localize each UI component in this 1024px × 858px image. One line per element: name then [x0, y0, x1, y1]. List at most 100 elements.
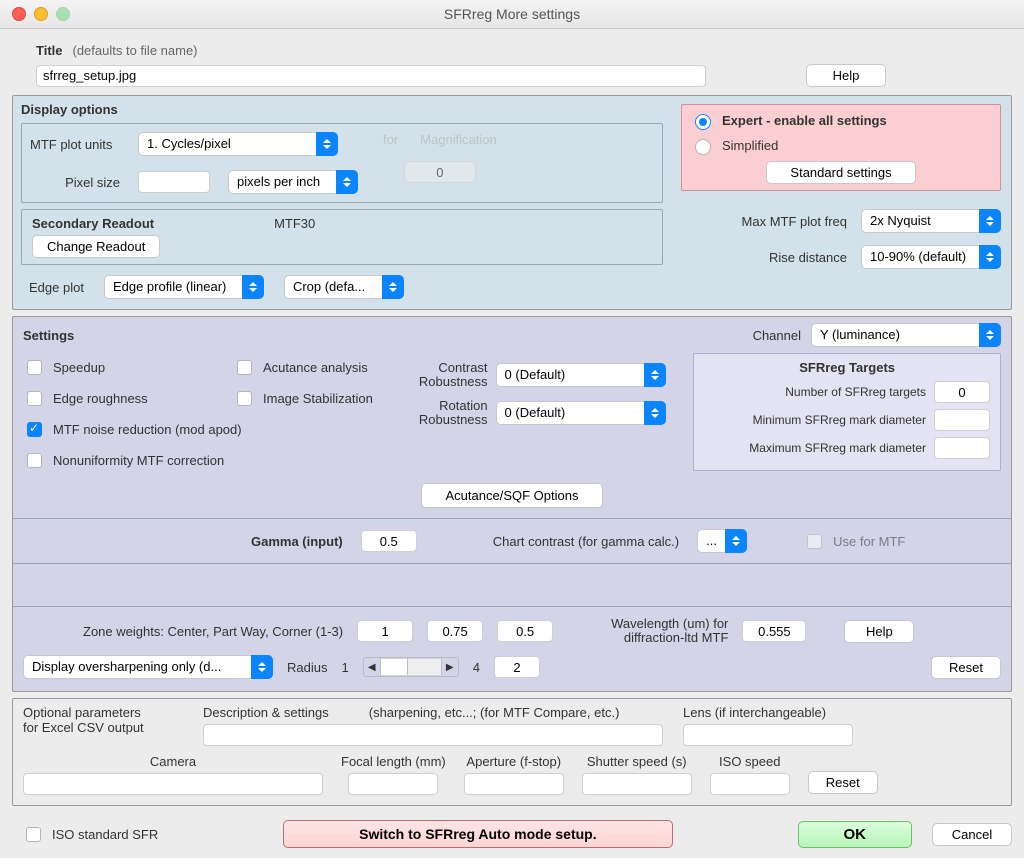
edge-plot-label: Edge plot [29, 280, 84, 295]
title-label: Title [36, 43, 63, 58]
max-mtf-freq-label: Max MTF plot freq [742, 214, 847, 229]
wavelength-label1: Wavelength (um) for [611, 617, 728, 631]
lens-input[interactable] [683, 724, 853, 746]
max-diameter-label: Maximum SFRreg mark diameter [749, 441, 926, 455]
magnification-input [404, 161, 476, 183]
focal-input[interactable] [348, 773, 438, 795]
min-diameter-input[interactable] [934, 409, 990, 431]
title-hint: (defaults to file name) [73, 43, 198, 58]
edge-roughness-checkbox[interactable] [27, 391, 42, 406]
title-input[interactable] [36, 65, 706, 87]
image-stab-checkbox[interactable] [237, 391, 252, 406]
expert-radio[interactable] [695, 114, 711, 130]
use-for-mtf-label: Use for MTF [833, 534, 905, 549]
num-targets-input[interactable] [934, 381, 990, 403]
radius-input[interactable] [494, 656, 540, 678]
targets-heading: SFRreg Targets [704, 360, 990, 375]
secondary-readout-value: MTF30 [274, 216, 315, 231]
pixel-size-label: Pixel size [30, 175, 120, 190]
camera-label: Camera [150, 754, 196, 769]
gamma-input[interactable] [361, 530, 417, 552]
rotation-robust-label1: Rotation [398, 399, 488, 413]
switch-mode-button[interactable]: Switch to SFRreg Auto mode setup. [283, 820, 673, 848]
magnification-label: Magnification [420, 132, 497, 147]
settings-reset-button[interactable]: Reset [931, 656, 1001, 679]
edge-roughness-label: Edge roughness [53, 391, 148, 406]
contrast-robust-label2: Robustness [398, 375, 488, 389]
simplified-radio[interactable] [695, 139, 711, 155]
ok-button[interactable]: OK [798, 821, 913, 848]
rise-distance-label: Rise distance [769, 250, 847, 265]
num-targets-label: Number of SFRreg targets [785, 385, 926, 399]
aperture-label: Aperture (f-stop) [466, 754, 561, 769]
output-heading2: for Excel CSV output [23, 720, 183, 735]
edge-plot-select[interactable]: Edge profile (linear) [104, 275, 264, 299]
iso-label: ISO speed [719, 754, 780, 769]
zone-2-input[interactable] [427, 620, 483, 642]
settings-help-button[interactable]: Help [844, 620, 914, 643]
window-titlebar: SFRreg More settings [0, 0, 1024, 29]
zone-3-input[interactable] [497, 620, 553, 642]
min-diameter-label: Minimum SFRreg mark diameter [753, 413, 926, 427]
iso-sfr-checkbox[interactable] [26, 827, 41, 842]
standard-settings-button[interactable]: Standard settings [766, 161, 916, 184]
for-label: for [383, 132, 398, 147]
iso-input[interactable] [710, 773, 790, 795]
mode-box: Expert - enable all settings Simplified … [681, 104, 1001, 191]
max-diameter-input[interactable] [934, 437, 990, 459]
shutter-input[interactable] [582, 773, 692, 795]
crop-select[interactable]: Crop (defa... [284, 275, 404, 299]
zone-1-input[interactable] [357, 620, 413, 642]
rise-distance-select[interactable]: 10-90% (default) [861, 245, 1001, 269]
slider-right-icon[interactable]: ▶ [442, 662, 458, 673]
rotation-robust-label2: Robustness [398, 413, 488, 427]
nonuniformity-checkbox[interactable] [27, 453, 42, 468]
speedup-checkbox[interactable] [27, 360, 42, 375]
mtf-noise-label: MTF noise reduction (mod apod) [53, 422, 242, 437]
desc-label: Description & settings [203, 705, 329, 720]
focal-label: Focal length (mm) [341, 754, 446, 769]
mtf-noise-checkbox[interactable] [27, 422, 42, 437]
pixel-size-input[interactable] [138, 171, 210, 193]
display-options-heading: Display options [13, 96, 671, 123]
iso-sfr-label: ISO standard SFR [52, 827, 158, 842]
radius-min-label: 1 [341, 660, 348, 675]
wavelength-label2: diffraction-ltd MTF [611, 631, 728, 645]
mtf-units-label: MTF plot units [30, 137, 120, 152]
pixel-unit-select[interactable]: pixels per inch [228, 170, 358, 194]
chart-contrast-label: Chart contrast (for gamma calc.) [493, 534, 679, 549]
wavelength-input[interactable] [742, 620, 806, 642]
acutance-checkbox[interactable] [237, 360, 252, 375]
output-reset-button[interactable]: Reset [808, 771, 878, 794]
cancel-button[interactable]: Cancel [932, 823, 1012, 846]
speedup-label: Speedup [53, 360, 105, 375]
channel-label: Channel [753, 328, 801, 343]
radius-slider[interactable]: ◀ ▶ [363, 657, 459, 677]
change-readout-button[interactable]: Change Readout [32, 235, 160, 258]
slider-left-icon[interactable]: ◀ [364, 662, 380, 673]
acutance-sqf-button[interactable]: Acutance/SQF Options [421, 483, 604, 508]
contrast-robust-select[interactable]: 0 (Default) [496, 363, 666, 387]
channel-select[interactable]: Y (luminance) [811, 323, 1001, 347]
use-for-mtf-checkbox [807, 534, 822, 549]
desc-hint: (sharpening, etc...; (for MTF Compare, e… [369, 705, 620, 720]
expert-label: Expert - enable all settings [722, 113, 887, 128]
window-title: SFRreg More settings [0, 6, 1024, 22]
radius-max-label: 4 [473, 660, 480, 675]
aperture-input[interactable] [464, 773, 564, 795]
nonuniformity-label: Nonuniformity MTF correction [53, 453, 224, 468]
desc-input[interactable] [203, 724, 663, 746]
image-stab-label: Image Stabilization [263, 391, 373, 406]
secondary-readout-heading: Secondary Readout [32, 216, 154, 231]
rotation-robust-select[interactable]: 0 (Default) [496, 401, 666, 425]
oversharpening-select[interactable]: Display oversharpening only (d... [23, 655, 273, 679]
camera-input[interactable] [23, 773, 323, 795]
max-mtf-freq-select[interactable]: 2x Nyquist [861, 209, 1001, 233]
chart-contrast-select[interactable]: ... [697, 529, 747, 553]
radius-label: Radius [287, 660, 327, 675]
help-button[interactable]: Help [806, 64, 886, 87]
mtf-units-select[interactable]: 1. Cycles/pixel [138, 132, 338, 156]
sfrreg-targets-box: SFRreg Targets Number of SFRreg targets … [693, 353, 1001, 471]
lens-label: Lens (if interchangeable) [683, 705, 853, 720]
contrast-robust-label1: Contrast [398, 361, 488, 375]
